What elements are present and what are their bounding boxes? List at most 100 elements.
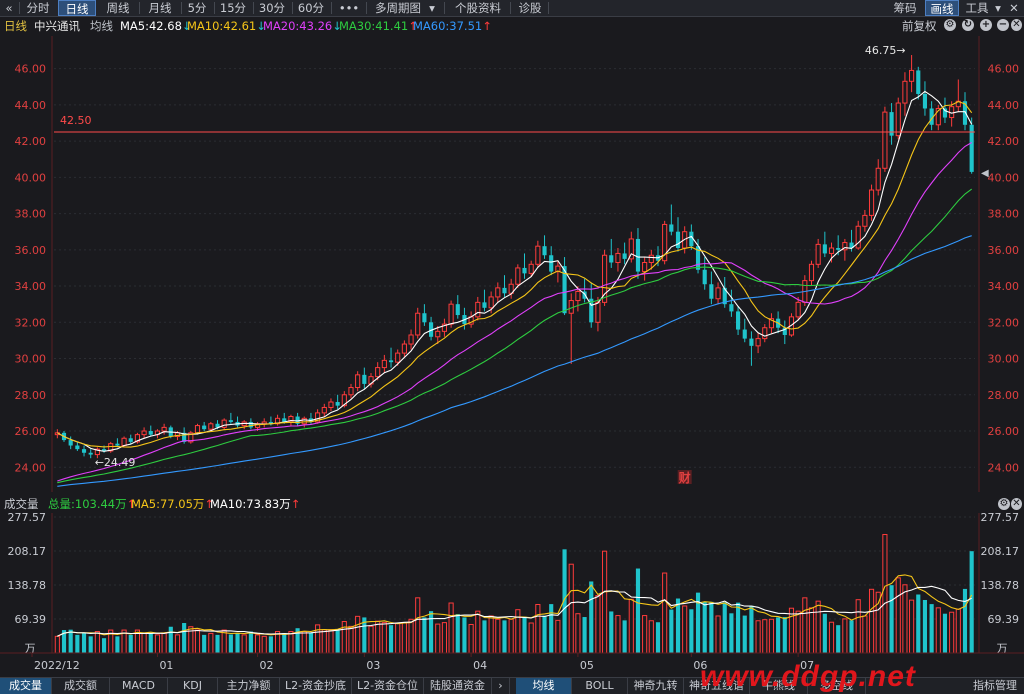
volume-chart[interactable]: 277.57 277.57 208.17 208.17 138.78 138.78 69.3… [0,513,1024,677]
volume-bar-up [535,603,541,654]
volume-bar-down [549,604,554,653]
tools-button[interactable]: 工具 [963,0,991,16]
tab-turnover[interactable]: 成交额 [52,678,110,694]
multi-period-button[interactable]: 多周期图 [372,0,424,16]
volume-bar-up [755,620,761,654]
tools-chevron-down-icon[interactable]: ▾ [993,0,1003,16]
tab-boll[interactable]: BOLL [572,678,628,694]
volume-bar-up [381,622,387,654]
candle-body-up [495,287,501,298]
volume-bar-up [868,588,875,654]
candle-body-up [909,69,915,82]
settings-icon[interactable]: ⚙ [944,19,956,31]
volume-bar-up [902,584,908,654]
double-chevron-left-icon[interactable]: « [2,0,16,16]
close-chart-icon[interactable]: ✕ [1011,19,1022,31]
zoom-in-icon[interactable]: + [980,19,992,31]
volume-bar-down [589,581,594,653]
volume-bar-up [441,622,447,654]
tab-l2-position[interactable]: L2-资金仓位 [352,678,424,694]
volume-bar-up [448,602,454,654]
volume-bar-up [875,591,881,654]
candle-body-down [542,246,547,256]
chevron-right-icon[interactable]: › [492,678,510,694]
volume-bar-up [401,622,407,654]
chevron-down-icon[interactable]: ▾ [426,0,438,16]
candle-body-up [755,338,761,347]
restore-icon[interactable]: ↻ [962,19,974,31]
candle-body-up [895,102,901,137]
stock-profile-button[interactable]: 个股资料 [450,0,506,16]
ma-toggle-label[interactable]: 均线 [90,17,113,35]
volume-tick-left: 138.78 [8,579,47,592]
volume-bar-up [628,598,634,654]
volume-title[interactable]: 成交量 [4,495,39,513]
volume-bar-up [808,607,815,654]
volume-bar-up [395,622,401,654]
chip-distribution-button[interactable]: 筹码 [888,0,922,16]
tab-l2-bottom[interactable]: L2-资金抄底 [280,678,352,694]
candle-body-up [375,367,381,378]
volume-bar-down [482,620,487,653]
price-hline-label: 42.50 [60,114,92,127]
volume-bar-down [422,617,427,653]
candle-body-up [882,111,888,169]
price-chart[interactable]: 46.00 46.00 44.00 44.00 42.00 42.00 40.00 40.00… [0,36,1024,492]
volume-bar-down [749,605,754,653]
tab-period-monthly[interactable]: 月线 [142,0,178,16]
close-icon[interactable]: ✕ [1007,0,1021,16]
tab-northbound[interactable]: 陆股通资金 [424,678,492,694]
diagnose-button[interactable]: 诊股 [516,0,544,16]
indicator-manage-button[interactable]: 指标管理 [966,678,1024,694]
tab-td9[interactable]: 神奇九转 [628,678,684,694]
tab-period-30m[interactable]: 30分 [256,0,288,16]
draw-line-button[interactable]: 画线 [925,0,959,16]
tab-period-15m[interactable]: 15分 [217,0,249,16]
volume-bar-down [388,625,394,653]
tab-period-weekly[interactable]: 周线 [100,0,136,16]
tab-period-60m[interactable]: 60分 [295,0,327,16]
volume-bar-up [415,597,421,654]
candle-body-up [515,267,521,285]
adjust-mode-button[interactable]: 前复权 [902,17,937,35]
volume-bar-down [702,601,707,653]
volume-bar-up [194,629,201,654]
more-periods-button[interactable]: ••• [336,0,362,16]
candle-body-up [868,189,875,216]
candle-body-up [395,352,401,363]
candle-body-up [208,423,214,430]
stock-name[interactable]: 中兴通讯 [34,17,80,35]
x-axis-label: 2022/12 [34,659,80,672]
tab-period-daily[interactable]: 日线 [58,0,96,16]
volume-bar-down [675,598,681,653]
tab-macd[interactable]: MACD [110,678,168,694]
ma30-value: MA30:41.41↑ [339,19,418,33]
candle-body-down [736,311,741,330]
candle-body-down [148,431,153,435]
candle-body-up [648,254,654,263]
volume-settings-icon[interactable]: ⚙ [998,498,1010,510]
candle-body-down [68,440,73,446]
candle-body-down [362,374,367,384]
volume-bar-up [321,629,327,654]
candle-body-down [248,421,253,428]
candle-body-down [75,445,80,450]
tab-kdj[interactable]: KDJ [168,678,218,694]
tab-main-net[interactable]: 主力净额 [218,678,280,694]
volume-bar-down [969,551,974,653]
tab-period-5m[interactable]: 5分 [184,0,210,16]
tab-volume[interactable]: 成交量 [0,678,52,694]
candle-body-down [422,313,427,323]
volume-bar-up [468,623,474,654]
candle-body-up [161,426,167,432]
volume-bar-down [268,636,273,653]
candle-body-up [328,401,334,408]
volume-bar-down [655,622,661,653]
x-axis-label: 02 [260,659,274,672]
tab-period-fenshi[interactable]: 分时 [22,0,54,16]
zoom-out-icon[interactable]: − [997,19,1009,31]
volume-close-icon[interactable]: ✕ [1011,498,1022,510]
tab-ma[interactable]: 均线 [516,678,572,694]
candle-body-down [202,425,207,430]
low-price-label: ←24.49 [95,456,136,469]
